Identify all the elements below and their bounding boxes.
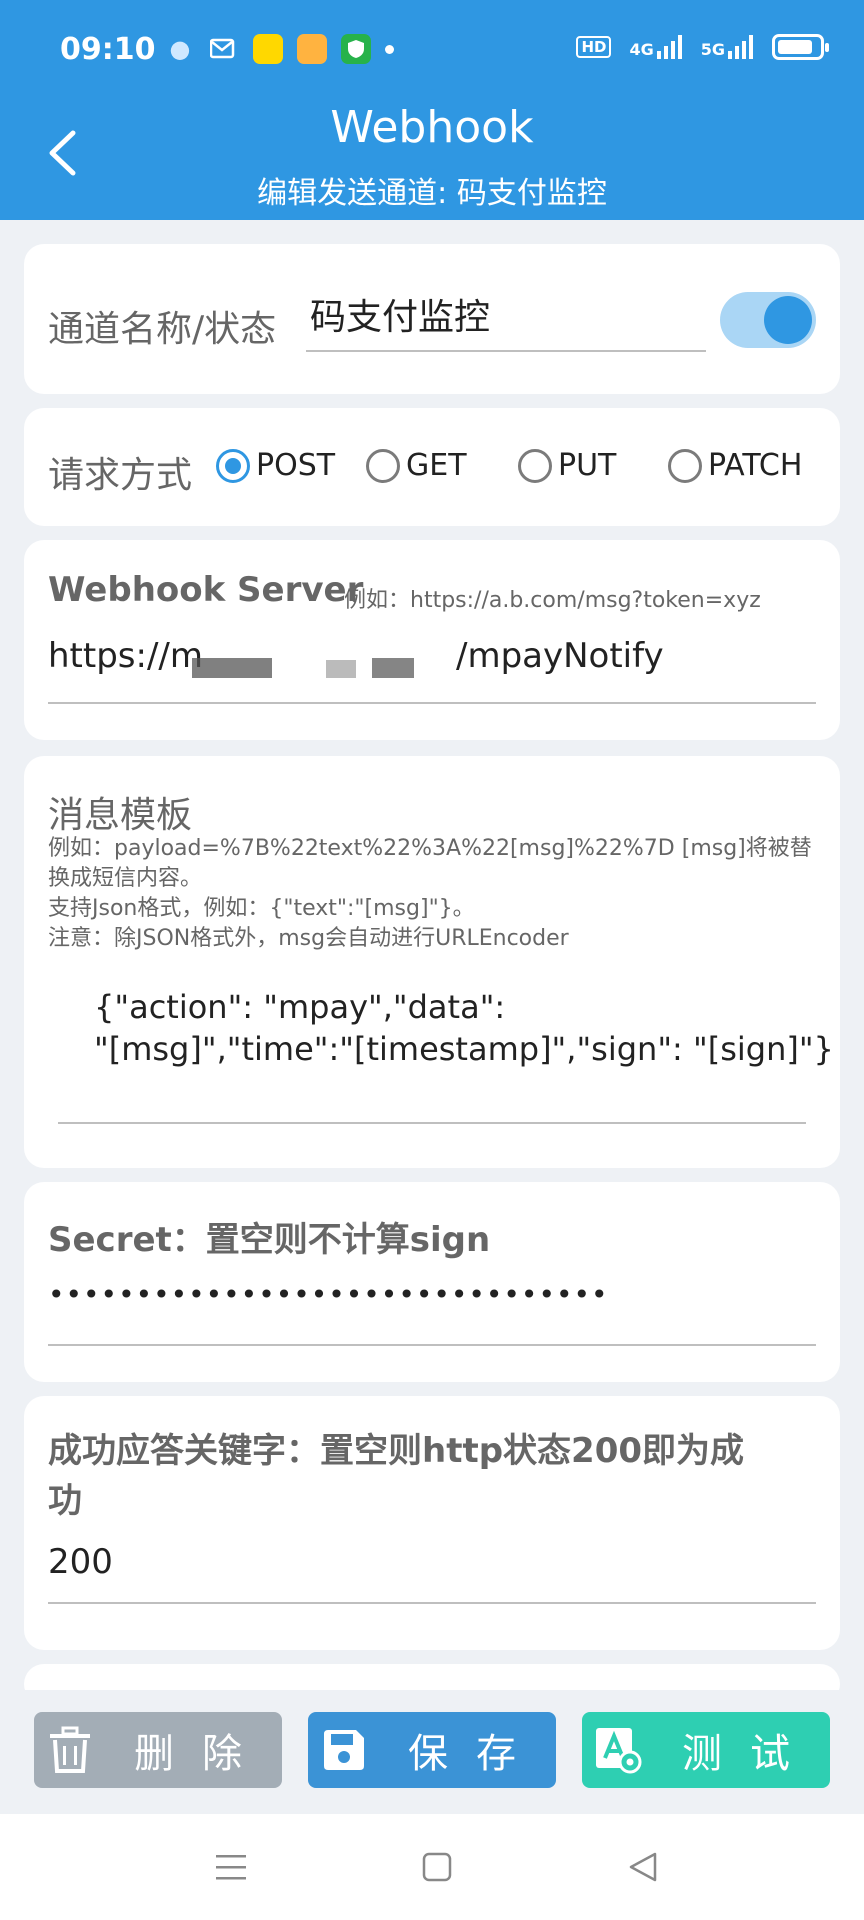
redacted-block (372, 658, 414, 678)
webhook-server-input[interactable]: https://m /mpayNotify (48, 636, 816, 704)
channel-name-input[interactable]: 码支付监控 (306, 288, 706, 352)
success-keyword-underline (48, 1602, 816, 1604)
trash-icon (46, 1726, 94, 1774)
webhook-server-label: Webhook Server (48, 570, 364, 610)
status-time: 09:10 (60, 32, 156, 67)
square-home-icon (422, 1852, 452, 1882)
channel-card: 通道名称/状态 码支付监控 (24, 244, 840, 394)
network-4g-label: 4G (629, 40, 654, 59)
news-app-icon (253, 34, 283, 64)
page-title: Webhook (330, 102, 534, 153)
message-template-card: 消息模板 例如：payload=%7B%22text%22%3A%22[msg]… (24, 756, 840, 1168)
secret-input[interactable]: •••••••••••••••••••••••••••••••• (48, 1278, 816, 1346)
template-value-line: "[msg]","time":"[timestamp]","sign": "[s… (94, 1030, 834, 1068)
radio-unchecked-icon (518, 448, 552, 483)
test-button[interactable]: 测试 (582, 1712, 830, 1788)
redacted-block (326, 660, 356, 678)
signal-4g-icon: 4G (629, 35, 682, 59)
test-label: 测试 (682, 1731, 818, 1777)
radio-unchecked-icon (668, 448, 702, 483)
status-bar: 09:10 ● HD 4G 5G (0, 24, 864, 78)
test-settings-icon (594, 1726, 642, 1774)
message-template-label: 消息模板 (48, 795, 193, 836)
save-button[interactable]: 保存 (308, 1712, 556, 1788)
radio-unchecked-icon (366, 448, 400, 483)
menu-icon (216, 1855, 246, 1880)
template-value-line: {"action": "mpay","data": (94, 988, 506, 1026)
success-keyword-card: 成功应答关键字：置空则http状态200即为成 功 200 (24, 1396, 840, 1650)
webhook-server-card: Webhook Server 例如：https://a.b.com/msg?to… (24, 540, 840, 740)
request-method-card: 请求方式 POST GET PUT PATCH (24, 408, 840, 526)
qq-icon: ● (169, 35, 191, 63)
system-status-icons: HD 4G 5G (576, 34, 829, 60)
nav-menu-button[interactable] (208, 1844, 254, 1890)
mail-icon (209, 34, 239, 64)
secret-value: •••••••••••••••••••••••••••••••• (48, 1278, 609, 1311)
secret-label: Secret：置空则不计算sign (48, 1220, 491, 1260)
battery-icon (772, 34, 829, 60)
radio-post-label: POST (256, 448, 336, 483)
webhook-server-value-prefix: https://m (48, 636, 203, 676)
success-keyword-label: 成功应答关键字：置空则http状态200即为成 功 (48, 1426, 828, 1526)
nav-home-button[interactable] (414, 1844, 460, 1890)
redacted-block (192, 658, 272, 678)
battery-level (778, 40, 812, 54)
radio-patch[interactable]: PATCH (668, 448, 802, 483)
notification-icons: ● (165, 34, 394, 64)
message-template-hint: 例如：payload=%7B%22text%22%3A%22[msg]%22%7… (48, 834, 828, 954)
channel-name-underline (306, 350, 706, 352)
radio-patch-label: PATCH (708, 448, 803, 483)
request-method-label: 请求方式 (48, 455, 193, 496)
success-keyword-input[interactable]: 200 (48, 1542, 816, 1604)
action-bar: 删除 保存 测试 (0, 1690, 864, 1814)
floppy-disk-icon (320, 1726, 368, 1774)
success-keyword-value: 200 (48, 1542, 113, 1582)
nav-back-button[interactable] (620, 1844, 666, 1890)
radio-post[interactable]: POST (216, 448, 335, 483)
channel-status-toggle[interactable] (720, 292, 816, 348)
shield-icon (341, 34, 371, 64)
weibo-icon (297, 34, 327, 64)
radio-checked-icon (216, 448, 250, 483)
radio-put-label: PUT (558, 448, 617, 483)
success-label-line: 功 (48, 1481, 82, 1521)
webhook-server-hint: 例如：https://a.b.com/msg?token=xyz (344, 588, 761, 613)
toggle-knob (764, 296, 812, 344)
more-notifications-dot (385, 45, 394, 54)
hint-line: 例如：payload=%7B%22text%22%3A%22[msg]%22%7… (48, 836, 812, 861)
webhook-server-value-suffix: /mpayNotify (456, 636, 664, 676)
webhook-server-underline (48, 702, 816, 704)
radio-put[interactable]: PUT (518, 448, 616, 483)
app-bar: 09:10 ● HD 4G 5G Webhook 编辑发送通道: 码支付监控 (0, 0, 864, 220)
page-subtitle: 编辑发送通道: 码支付监控 (257, 176, 607, 211)
radio-get[interactable]: GET (366, 448, 467, 483)
network-5g-label: 5G (700, 40, 725, 59)
channel-name-value: 码支付监控 (310, 297, 491, 338)
secret-card: Secret：置空则不计算sign ••••••••••••••••••••••… (24, 1182, 840, 1382)
save-label: 保存 (408, 1731, 544, 1777)
message-template-underline (58, 1122, 806, 1124)
hint-line: 注意：除JSON格式外，msg会自动进行URLEncoder (48, 926, 569, 951)
triangle-back-icon (629, 1852, 657, 1882)
success-label-line: 成功应答关键字：置空则http状态200即为成 (48, 1431, 745, 1471)
delete-label: 删除 (134, 1731, 270, 1777)
message-template-input[interactable]: {"action": "mpay","data": "[msg]","time"… (58, 988, 834, 1124)
hint-line: 换成短信内容。 (48, 866, 203, 891)
signal-5g-icon: 5G (701, 35, 754, 59)
delete-button[interactable]: 删除 (34, 1712, 282, 1788)
radio-get-label: GET (406, 448, 467, 483)
channel-label: 通道名称/状态 (48, 309, 277, 350)
hd-icon: HD (576, 36, 612, 58)
hint-line: 支持Json格式，例如：{"text":"[msg]"}。 (48, 896, 475, 921)
secret-underline (48, 1344, 816, 1346)
system-nav-bar (0, 1814, 864, 1920)
